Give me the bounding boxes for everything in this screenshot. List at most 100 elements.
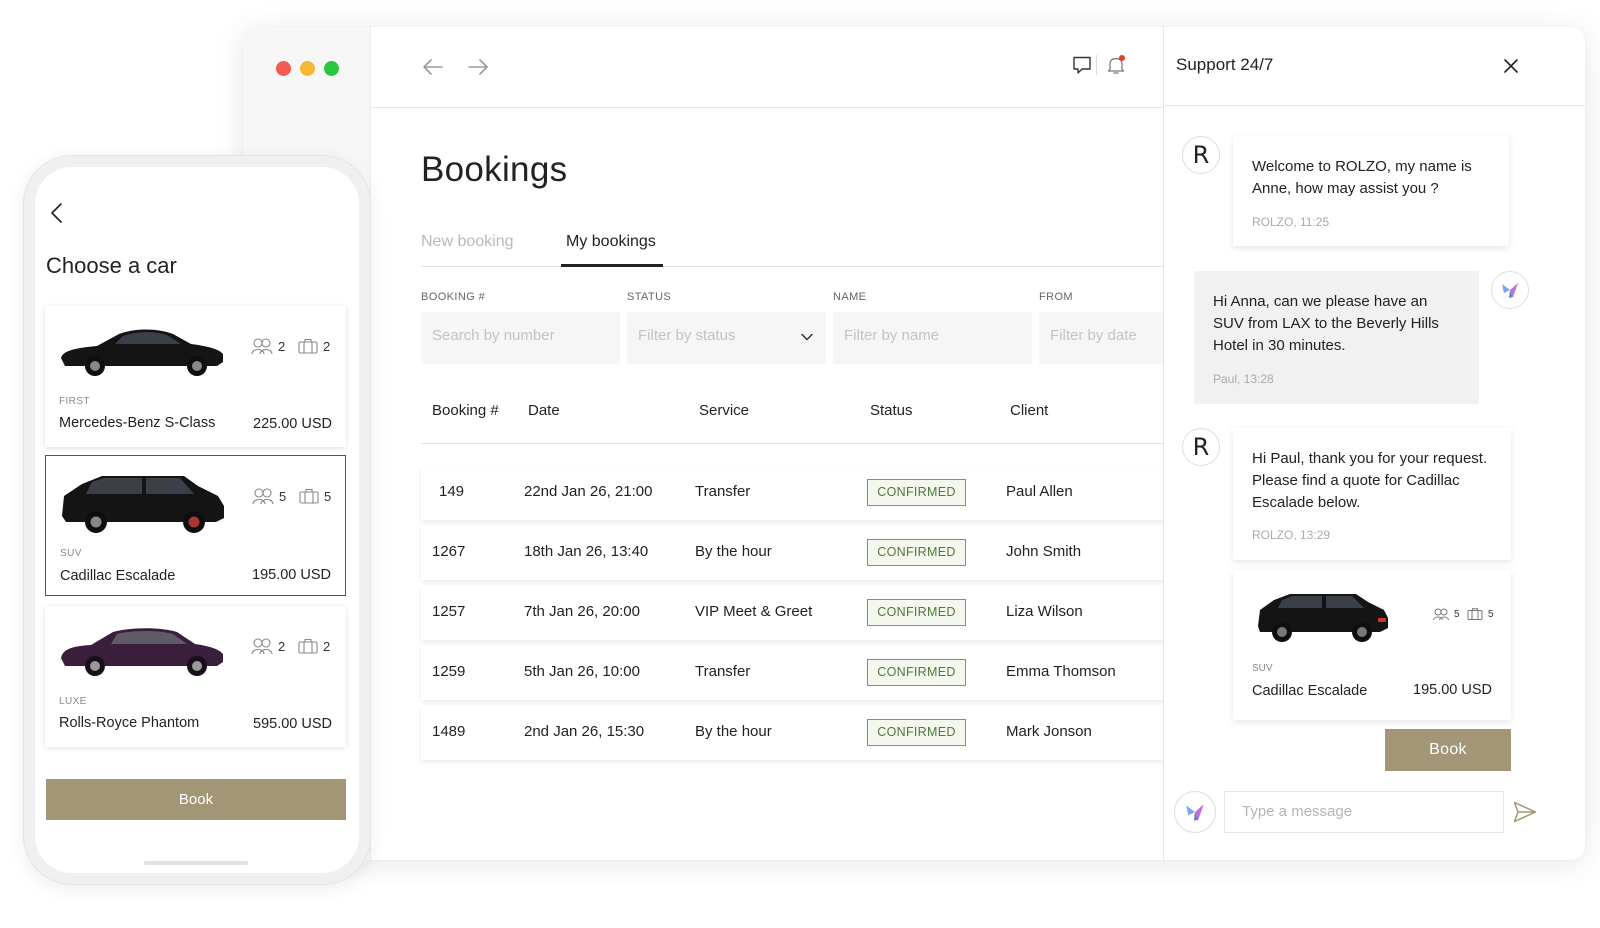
phone-book-button[interactable]: Book [46,779,346,820]
close-icon[interactable] [1501,56,1521,76]
booking-service: Transfer [695,483,751,500]
column-header-status[interactable]: Status [870,402,913,419]
window-minimize-dot[interactable] [300,61,315,76]
car-price: 195.00 USD [252,567,331,583]
tab-new-booking[interactable]: New booking [421,233,514,251]
luggage-icon [298,338,318,354]
window-close-dot[interactable] [276,61,291,76]
booking-client: Mark Jonson [1006,723,1092,740]
car-luggage: 2 [298,638,330,654]
column-header-date[interactable]: Date [528,402,560,419]
car-passengers: 2 [251,338,285,354]
passengers-icon [251,338,273,354]
passengers-icon [252,488,274,504]
status-filter-select[interactable]: Filter by status [627,312,826,364]
booking-client: John Smith [1006,543,1082,560]
message-meta: ROLZO, 11:25 [1252,215,1330,229]
chat-title: Support 24/7 [1176,55,1274,74]
chevron-left-icon[interactable] [49,202,65,224]
home-indicator[interactable] [144,861,248,865]
car-name: Rolls-Royce Phantom [59,715,200,731]
message-meta: Paul, 13:28 [1213,372,1274,386]
quote-car-class: SUV [1252,663,1273,674]
date-filter-placeholder: Filter by date [1050,327,1137,344]
car-option-card[interactable]: 5 5 SUV Cadillac Escalade 195.00 USD [45,455,346,596]
car-option-card[interactable]: 2 2 FIRST Mercedes-Benz S-Class 225.00 U… [45,306,346,447]
phone-title: Choose a car [46,253,177,278]
message-input-placeholder: Type a message [1242,803,1353,820]
active-tab-indicator [561,264,663,267]
status-badge: CONFIRMED [867,719,966,746]
bird-logo-icon [1502,283,1518,298]
status-badge: CONFIRMED [867,479,966,506]
table-row[interactable]: 1259 5th Jan 26, 10:00 Transfer CONFIRME… [421,645,1181,700]
quote-car-card[interactable]: 5 5 SUV Cadillac Escalade 195.00 USD [1233,570,1511,720]
chat-bubble-icon[interactable] [1071,54,1093,76]
table-row[interactable]: 1257 7th Jan 26, 20:00 VIP Meet & Greet … [421,585,1181,640]
car-luggage-count: 2 [323,338,331,354]
passengers-icon [1433,608,1449,620]
car-passengers-count: 5 [279,488,287,504]
car-class: LUXE [59,696,87,707]
booking-date: 7th Jan 26, 20:00 [524,603,640,620]
filter-label-status: STATUS [627,291,672,303]
booking-number: 149 [439,483,465,500]
booking-number: 1259 [432,663,466,680]
table-row[interactable]: 1267 18th Jan 26, 13:40 By the hour CONF… [421,525,1181,580]
car-passengers: 2 [251,638,285,654]
message-text: Hi Anna, can we please have an SUV from … [1213,293,1439,354]
arrow-right-icon[interactable] [466,55,490,79]
booking-date: 18th Jan 26, 13:40 [524,543,649,560]
suv-car-image [62,476,224,533]
table-row[interactable]: 1489 2nd Jan 26, 15:30 By the hour CONFI… [421,705,1181,760]
bird-logo-icon [1186,804,1204,821]
bookings-main: Bookings New booking My bookings BOOKING… [371,27,1199,860]
message-input[interactable]: Type a message [1224,791,1504,833]
support-chat-panel: Support 24/7 R Welcome to ROLZO, my name… [1163,27,1585,860]
chat-book-button[interactable]: Book [1385,729,1511,771]
status-badge: CONFIRMED [867,539,966,566]
page-title: Bookings [421,150,568,189]
booking-number-placeholder: Search by number [432,327,555,344]
name-filter-input[interactable]: Filter by name [833,312,1032,364]
window-maximize-dot[interactable] [324,61,339,76]
arrow-left-icon[interactable] [421,55,445,79]
send-icon[interactable] [1513,801,1537,823]
filter-label-from: FROM [1039,291,1073,303]
booking-client: Paul Allen [1006,483,1073,500]
luggage-icon [1467,608,1483,620]
top-bar-divider [1096,55,1097,75]
car-class: FIRST [59,396,90,407]
table-header-divider [421,443,1181,444]
status-badge: CONFIRMED [867,599,966,626]
car-class: SUV [60,548,82,559]
bell-icon[interactable] [1105,54,1127,76]
quote-passengers: 5 [1433,608,1460,620]
column-header-client[interactable]: Client [1010,402,1048,419]
booking-number-search-input[interactable]: Search by number [421,312,620,364]
car-luggage-count: 5 [324,488,332,504]
column-header-service[interactable]: Service [699,402,749,419]
message-meta: ROLZO, 13:29 [1252,528,1331,542]
quote-luggage: 5 [1467,608,1494,620]
tab-my-bookings[interactable]: My bookings [566,233,656,251]
table-row[interactable]: 149 22nd Jan 26, 21:00 Transfer CONFIRME… [421,465,1181,520]
passengers-icon [251,638,273,654]
sedan-car-image [61,329,223,376]
name-filter-placeholder: Filter by name [844,327,940,344]
car-name: Mercedes-Benz S-Class [59,415,216,431]
car-passengers-count: 2 [278,338,286,354]
car-option-card[interactable]: 2 2 LUXE Rolls-Royce Phantom 595.00 USD [45,606,346,747]
car-name: Cadillac Escalade [60,568,176,584]
chevron-down-icon [801,333,813,341]
column-header-booking[interactable]: Booking # [432,402,499,419]
filter-label-name: NAME [833,291,867,303]
car-luggage: 2 [298,338,330,354]
agent-avatar: R [1182,428,1220,466]
booking-date: 5th Jan 26, 10:00 [524,663,640,680]
message-text: Welcome to ROLZO, my name is Anne, how m… [1252,158,1472,197]
mobile-phone: Choose a car 2 2 FIRST Mercedes-Benz S-C… [24,156,370,884]
car-price: 595.00 USD [253,716,332,732]
user-avatar [1491,271,1529,309]
message-text: Hi Paul, thank you for your request. Ple… [1252,450,1488,511]
